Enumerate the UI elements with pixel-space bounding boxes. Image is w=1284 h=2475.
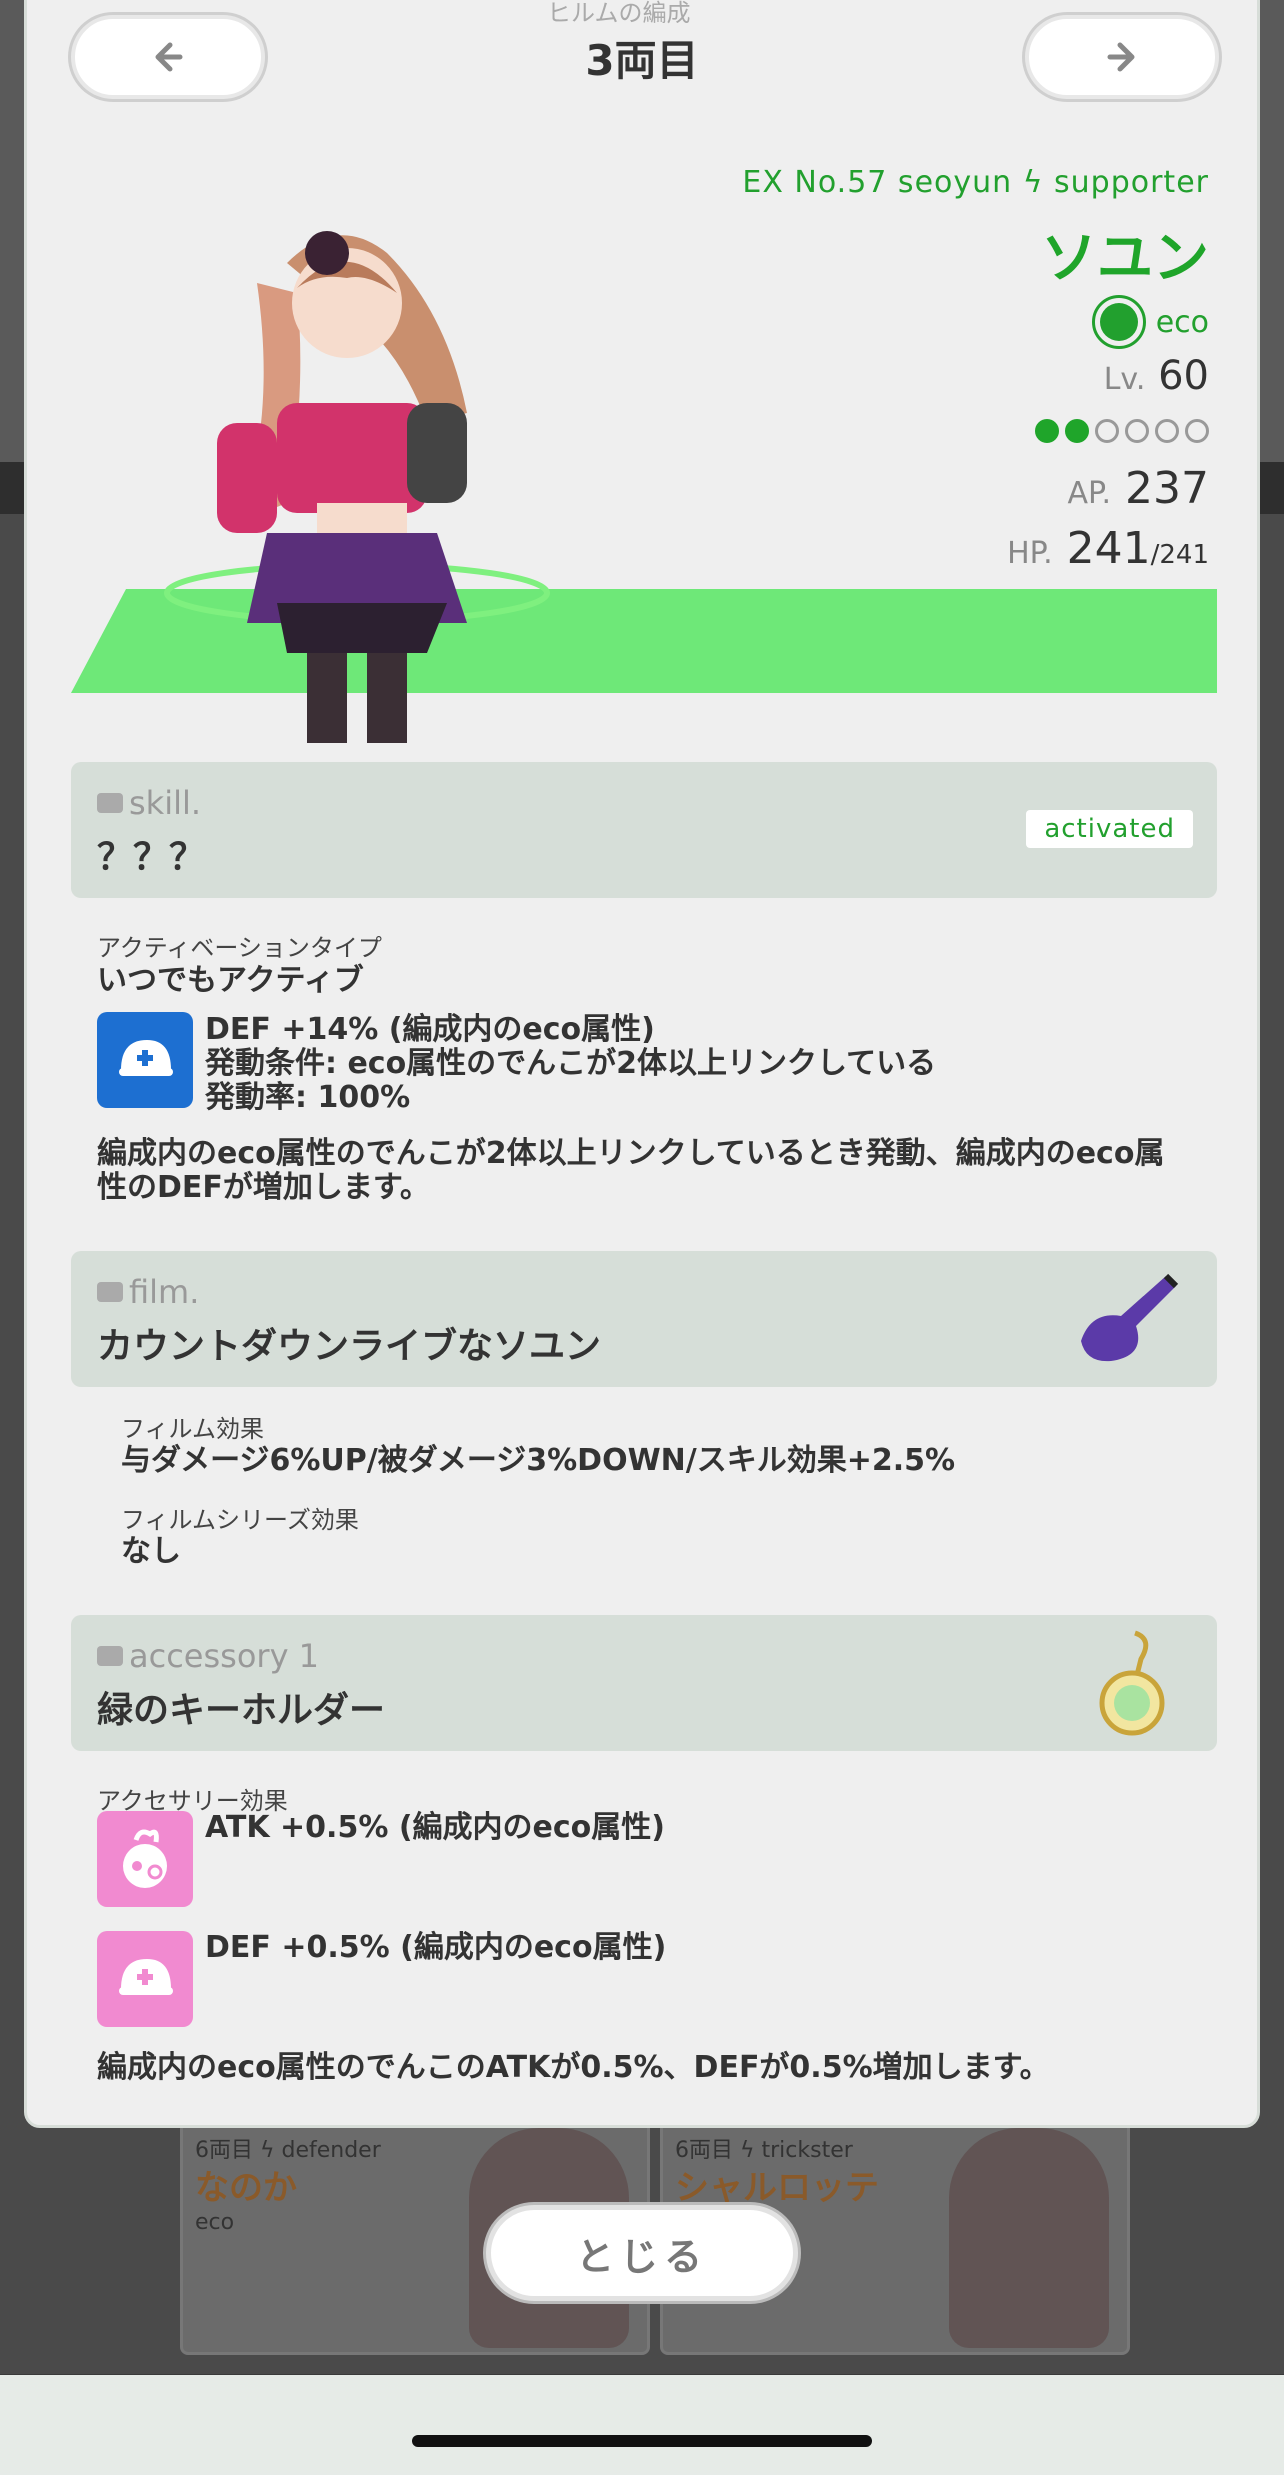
accessory-name: 緑のキーホルダー (97, 1690, 386, 1731)
level-display: Lv. 60 (1104, 353, 1209, 399)
skill-description-line1: 編成内のeco属性のでんこが2体以上リンクしているとき発動、編成内のeco属 (97, 1136, 1165, 1171)
def-helmet-icon (97, 1012, 193, 1108)
film-name: カウントダウンライブなソユン (97, 1326, 602, 1367)
hp-display: HP. 241/241 (1007, 523, 1209, 574)
ap-label: AP. (1067, 476, 1112, 511)
guitar-film-icon (1081, 1273, 1179, 1362)
rank-dot (1185, 419, 1209, 443)
rank-dot (1155, 419, 1179, 443)
home-indicator[interactable] (412, 2435, 872, 2447)
hp-label: HP. (1007, 536, 1053, 571)
accessory-label-row: accessory 1 (97, 1637, 319, 1675)
film-label: film. (129, 1273, 200, 1311)
skill-label-row: skill. (97, 784, 201, 822)
skill-effect-line1: DEF +14% (編成内のeco属性) (205, 1012, 655, 1047)
activation-type-value: いつでもアクティブ (97, 963, 364, 998)
keyholder-icon (1099, 1630, 1165, 1736)
background-card-attr: eco (195, 2210, 235, 2235)
film-icon (97, 1282, 123, 1302)
rank-dots (1035, 419, 1209, 443)
accessory-label: accessory 1 (129, 1637, 320, 1675)
attribute-label: eco (1155, 304, 1209, 340)
skill-name: ？？？ (97, 837, 206, 878)
film-label-row: film. (97, 1273, 199, 1311)
hp-value: 241 (1066, 523, 1151, 574)
film-series-value: なし (121, 1534, 181, 1569)
accessory-effect2: DEF +0.5% (編成内のeco属性) (205, 1930, 667, 1965)
background-card-name: なのか (195, 2168, 297, 2208)
level-label: Lv. (1103, 362, 1146, 397)
ap-value: 237 (1125, 463, 1209, 514)
skill-section[interactable]: skill. ？？？ activated (71, 762, 1217, 898)
skill-description-line2: 性のDEFが増加します。 (97, 1170, 430, 1205)
rank-dot (1125, 419, 1149, 443)
hp-max: /241 (1150, 540, 1209, 570)
denko-detail-modal: ヒルムの編成 3両目 EX No.57 seoyun ϟ supporter ソ… (24, 0, 1260, 2128)
character-subtitle: EX No.57 seoyun ϟ supporter (742, 165, 1209, 200)
arrow-right-icon (1107, 42, 1135, 72)
level-value: 60 (1158, 353, 1209, 399)
skill-icon (97, 793, 123, 813)
close-button[interactable]: とじる (486, 2205, 798, 2301)
skill-label: skill. (129, 784, 202, 822)
home-indicator-area (0, 2375, 1284, 2475)
film-section[interactable]: film. カウントダウンライブなソユン (71, 1251, 1217, 1387)
eco-attribute-icon (1091, 295, 1146, 349)
rank-dot (1035, 419, 1059, 443)
formation-caption: ヒルムの編成 (547, 0, 691, 27)
film-effect-value: 与ダメージ6%UP/被ダメージ3%DOWN/スキル効果+2.5% (121, 1443, 956, 1478)
rank-dot (1065, 419, 1089, 443)
background-character-image (949, 2128, 1109, 2348)
accessory-section[interactable]: accessory 1 緑のキーホルダー (71, 1615, 1217, 1751)
accessory-description: 編成内のeco属性のでんこのATKが0.5%、DEFが0.5%増加します。 (97, 2050, 1050, 2085)
skill-effect-line2: 発動条件: eco属性のでんこが2体以上リンクしている (205, 1046, 937, 1081)
accessory-effect1: ATK +0.5% (編成内のeco属性) (205, 1810, 665, 1845)
attribute-row: eco (1091, 295, 1209, 349)
atk-skull-icon (97, 1811, 193, 1907)
ap-display: AP. 237 (1068, 463, 1209, 514)
def-helmet-icon (97, 1931, 193, 2027)
skill-status-badge: activated (1026, 810, 1193, 848)
character-illustration (164, 231, 550, 743)
background-card-name: シャルロッテ (675, 2168, 879, 2208)
character-name: ソユン (1041, 226, 1209, 291)
next-car-button[interactable] (1025, 15, 1219, 99)
rank-dot (1095, 419, 1119, 443)
skill-effect-line3: 発動率: 100% (205, 1080, 411, 1115)
accessory-icon (97, 1646, 123, 1666)
